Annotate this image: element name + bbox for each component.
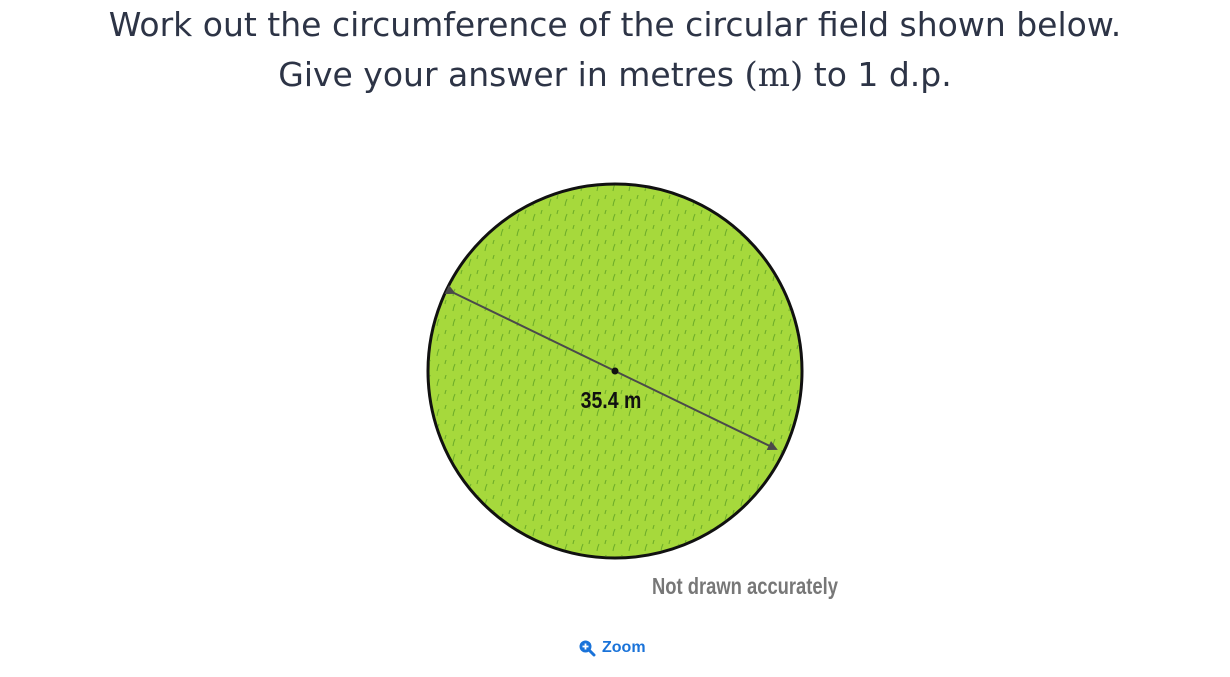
zoom-in-icon bbox=[579, 640, 596, 657]
center-dot bbox=[611, 367, 619, 375]
circle-diagram: 35.4 m Not drawn accurately bbox=[426, 182, 838, 600]
not-drawn-accurately-note: Not drawn accurately bbox=[652, 574, 838, 599]
zoom-button[interactable]: Zoom bbox=[578, 636, 646, 660]
diameter-label: 35.4 m bbox=[581, 388, 642, 414]
zoom-label: Zoom bbox=[602, 639, 646, 656]
